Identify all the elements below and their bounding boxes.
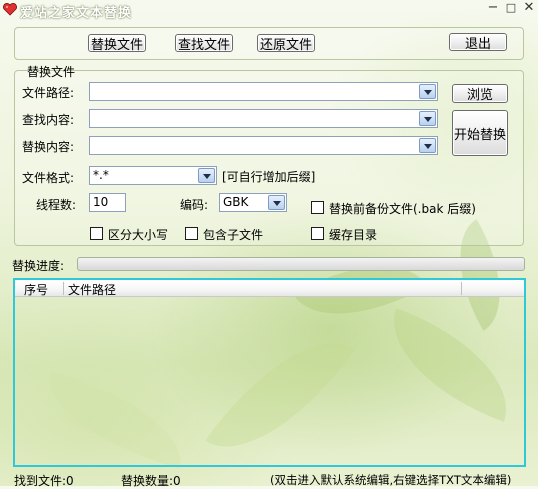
app-heart-icon bbox=[3, 3, 17, 16]
chevron-down-icon[interactable] bbox=[419, 84, 436, 99]
file-format-label: 文件格式: bbox=[22, 171, 75, 185]
result-listview[interactable]: 序号 文件路径 bbox=[13, 278, 526, 467]
encoding-combo[interactable]: GBK bbox=[219, 193, 287, 212]
list-header: 序号 文件路径 bbox=[15, 280, 524, 297]
browse-button[interactable]: 浏览 bbox=[452, 84, 508, 103]
column-separator[interactable] bbox=[461, 282, 462, 295]
column-header-file-path[interactable]: 文件路径 bbox=[68, 281, 116, 298]
replace-content-combo[interactable] bbox=[89, 136, 438, 155]
close-button[interactable]: ✕ bbox=[518, 0, 538, 18]
chevron-down-icon[interactable] bbox=[419, 138, 436, 153]
chevron-down-icon[interactable] bbox=[198, 168, 215, 183]
column-separator[interactable] bbox=[63, 282, 64, 295]
find-file-button[interactable]: 查找文件 bbox=[175, 34, 233, 53]
exit-button[interactable]: 退出 bbox=[449, 33, 507, 52]
find-label: 查找内容: bbox=[22, 113, 75, 127]
progress-label: 替换进度: bbox=[12, 259, 65, 273]
replaced-count-status: 替换数量:0 bbox=[121, 474, 181, 488]
replace-progress-bar bbox=[77, 257, 525, 271]
file-path-label: 文件路径: bbox=[22, 86, 75, 100]
chevron-down-icon[interactable] bbox=[268, 195, 285, 210]
replace-label: 替换内容: bbox=[22, 140, 75, 154]
backup-checkbox[interactable] bbox=[311, 201, 324, 214]
chevron-down-icon[interactable] bbox=[419, 111, 436, 126]
cache-dir-label: 缓存目录 bbox=[329, 228, 378, 242]
case-sensitive-label: 区分大小写 bbox=[108, 228, 169, 242]
title-bar: 爱站之家文本替换 − □ ✕ bbox=[0, 0, 538, 21]
encoding-label: 编码: bbox=[180, 198, 209, 212]
file-format-value: *.* bbox=[93, 168, 109, 182]
backup-label: 替换前备份文件(.bak 后缀) bbox=[329, 202, 476, 216]
start-replace-button[interactable]: 开始替换 bbox=[452, 110, 508, 156]
threads-label: 线程数: bbox=[36, 198, 77, 212]
column-header-index[interactable]: 序号 bbox=[24, 281, 48, 298]
case-sensitive-checkbox[interactable] bbox=[90, 227, 103, 240]
window-title: 爱站之家文本替换 bbox=[20, 6, 133, 21]
restore-file-button[interactable]: 还原文件 bbox=[257, 34, 315, 53]
threads-input[interactable]: 10 bbox=[89, 193, 126, 212]
include-subdir-checkbox[interactable] bbox=[185, 227, 198, 240]
encoding-value: GBK bbox=[223, 195, 249, 209]
find-content-combo[interactable] bbox=[89, 109, 438, 128]
file-path-combo[interactable] bbox=[89, 82, 438, 101]
found-files-status: 找到文件:0 bbox=[14, 474, 74, 488]
group-title: 替换文件 bbox=[27, 65, 76, 79]
cache-dir-checkbox[interactable] bbox=[311, 227, 324, 240]
format-hint: [可自行增加后缀] bbox=[222, 170, 316, 184]
include-subdir-label: 包含子文件 bbox=[203, 228, 264, 242]
file-format-combo[interactable]: *.* bbox=[89, 166, 217, 185]
replace-file-button[interactable]: 替换文件 bbox=[88, 34, 146, 53]
